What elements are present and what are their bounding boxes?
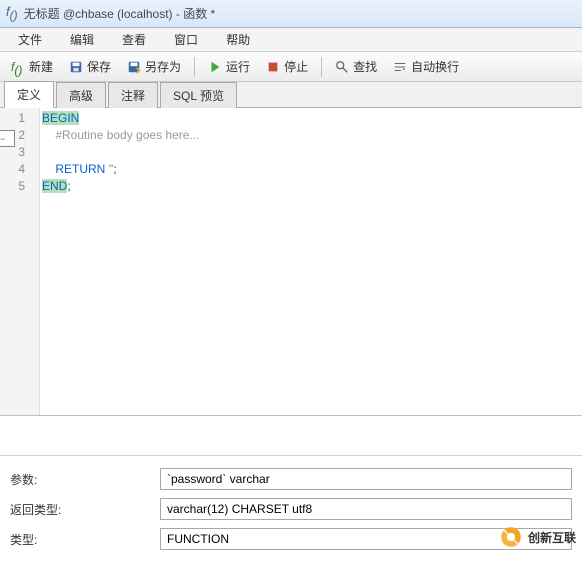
tool-bar: f() 新建 保存 另存为 运行 停止 查找 自动换行: [0, 52, 582, 82]
menu-bar: 文件 编辑 查看 窗口 帮助: [0, 28, 582, 52]
new-label: 新建: [29, 58, 53, 75]
wrap-label: 自动换行: [411, 58, 459, 75]
params-input[interactable]: [160, 468, 572, 490]
find-button[interactable]: 查找: [328, 55, 384, 78]
window-title: 无标题 @chbase (localhost) - 函数 *: [24, 5, 216, 22]
search-icon: [335, 60, 349, 74]
watermark-text: 创新互联: [528, 529, 576, 546]
function-new-icon: f(): [11, 60, 25, 74]
params-label: 参数:: [10, 471, 160, 488]
save-button[interactable]: 保存: [62, 55, 118, 78]
stop-button[interactable]: 停止: [259, 55, 315, 78]
wrap-icon: [393, 60, 407, 74]
prop-row-type: 类型:: [10, 524, 572, 554]
run-label: 运行: [226, 58, 250, 75]
saveas-label: 另存为: [145, 58, 181, 75]
save-icon: [69, 60, 83, 74]
code-editor[interactable]: 1−2345 BEGIN #Routine body goes here... …: [0, 108, 582, 416]
separator: [194, 57, 195, 77]
tab-comment[interactable]: 注释: [108, 82, 158, 108]
menu-file[interactable]: 文件: [4, 29, 56, 50]
new-button[interactable]: f() 新建: [4, 55, 60, 78]
tab-advanced[interactable]: 高级: [56, 82, 106, 108]
stop-icon: [266, 60, 280, 74]
menu-edit[interactable]: 编辑: [56, 29, 108, 50]
return-input[interactable]: [160, 498, 572, 520]
prop-row-params: 参数:: [10, 464, 572, 494]
tab-definition[interactable]: 定义: [4, 81, 54, 108]
watermark: 创新互联: [498, 524, 576, 550]
properties-panel: 参数: 返回类型: 类型:: [0, 456, 582, 558]
save-label: 保存: [87, 58, 111, 75]
tab-sql-preview[interactable]: SQL 预览: [160, 82, 237, 108]
return-label: 返回类型:: [10, 501, 160, 518]
prop-row-return: 返回类型:: [10, 494, 572, 524]
play-icon: [208, 60, 222, 74]
watermark-icon: [498, 524, 524, 550]
run-button[interactable]: 运行: [201, 55, 257, 78]
menu-window[interactable]: 窗口: [160, 29, 212, 50]
code-area[interactable]: BEGIN #Routine body goes here... RETURN …: [40, 108, 582, 415]
line-gutter: 1−2345: [0, 108, 40, 415]
menu-help[interactable]: 帮助: [212, 29, 264, 50]
spacer: [0, 416, 582, 456]
saveas-button[interactable]: 另存为: [120, 55, 188, 78]
tab-bar: 定义 高级 注释 SQL 预览: [0, 82, 582, 108]
stop-label: 停止: [284, 58, 308, 75]
saveas-icon: [127, 60, 141, 74]
separator: [321, 57, 322, 77]
menu-view[interactable]: 查看: [108, 29, 160, 50]
wrap-button[interactable]: 自动换行: [386, 55, 466, 78]
function-icon: f(): [6, 4, 18, 23]
title-bar: f() 无标题 @chbase (localhost) - 函数 *: [0, 0, 582, 28]
type-label: 类型:: [10, 531, 160, 548]
find-label: 查找: [353, 58, 377, 75]
